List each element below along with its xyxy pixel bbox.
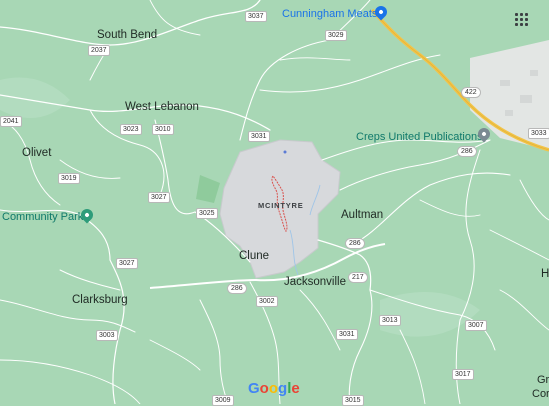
route-shield: 3031	[336, 329, 358, 340]
logo-letter: o	[268, 380, 279, 397]
poi-creps-united[interactable]: Creps United Publications	[356, 131, 483, 144]
place-edge-gr: Gr	[537, 374, 549, 386]
dot	[515, 18, 518, 21]
dot	[515, 13, 518, 16]
apps-grid-icon[interactable]	[515, 13, 528, 26]
logo-letter: e	[291, 380, 300, 397]
route-shield: 3002	[256, 296, 278, 307]
route-shield: 3033	[528, 128, 549, 139]
route-shield: 286	[227, 283, 247, 294]
route-shield: 3023	[120, 124, 142, 135]
route-shield: 3037	[245, 11, 267, 22]
dot	[520, 23, 523, 26]
place-clune[interactable]: Clune	[239, 250, 269, 263]
dot	[525, 23, 528, 26]
route-shield: 2041	[0, 116, 22, 127]
place-edge-h: H	[541, 268, 549, 280]
route-shield: 3015	[342, 395, 364, 406]
place-clarksburg[interactable]: Clarksburg	[72, 294, 128, 307]
route-shield: 3029	[325, 30, 347, 41]
route-shield: 286	[345, 238, 365, 249]
route-shield: 3009	[212, 395, 234, 406]
logo-letter: o	[259, 380, 269, 397]
route-shield: 3027	[116, 258, 138, 269]
route-shield: 286	[457, 146, 477, 157]
dot	[520, 13, 523, 16]
route-shield: 3010	[152, 124, 174, 135]
place-south-bend[interactable]: South Bend	[97, 29, 157, 42]
route-shield: 3019	[58, 173, 80, 184]
place-west-lebanon[interactable]: West Lebanon	[125, 101, 199, 114]
route-shield: 3017	[452, 369, 474, 380]
place-edge-cor: Cor	[532, 388, 549, 400]
map-provider-logo: Google	[248, 380, 300, 397]
route-shield: 217	[348, 272, 368, 283]
place-jacksonville[interactable]: Jacksonville	[284, 276, 346, 289]
route-shield: 3031	[248, 131, 270, 142]
route-shield: 3025	[196, 208, 218, 219]
logo-letter: G	[248, 380, 260, 397]
poi-cunningham-meats[interactable]: Cunningham Meats	[282, 8, 377, 21]
route-shield: 3003	[96, 330, 118, 341]
place-community-park[interactable]: Community Park	[2, 211, 83, 224]
route-shield: 3027	[148, 192, 170, 203]
place-olivet[interactable]: Olivet	[22, 147, 51, 160]
dot	[515, 23, 518, 26]
place-aultman[interactable]: Aultman	[341, 209, 383, 222]
dot	[520, 18, 523, 21]
dot	[525, 13, 528, 16]
logo-letter: g	[278, 380, 288, 397]
dot	[525, 18, 528, 21]
area-label-mcintyre: MCINTYRE	[258, 201, 304, 210]
route-shield: 422	[461, 87, 481, 98]
route-shield: 3013	[379, 315, 401, 326]
route-shield: 2037	[88, 45, 110, 56]
route-shield: 3007	[465, 320, 487, 331]
point-marker	[283, 150, 287, 154]
